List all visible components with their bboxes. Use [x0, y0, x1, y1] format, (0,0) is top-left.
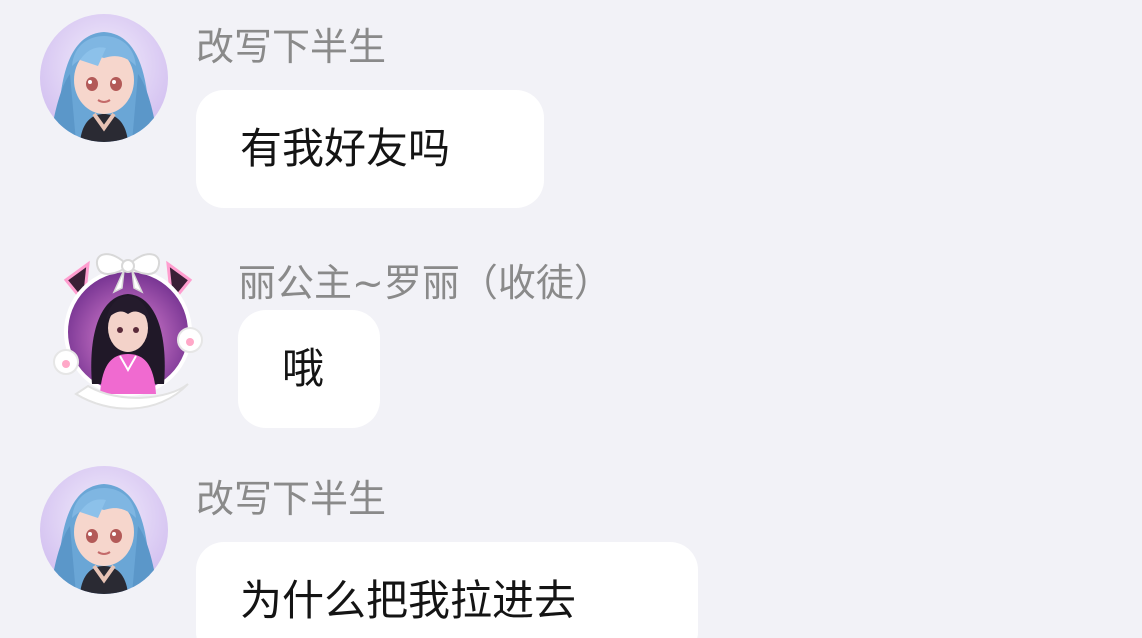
anime-girl-blue-hair-avatar-icon — [40, 466, 168, 594]
message-text: 有我好友吗 — [240, 124, 451, 173]
anime-girl-cat-ear-frame-avatar-icon — [53, 253, 203, 410]
chat-message: 改写下半生 有我好友吗 — [0, 0, 1142, 220]
anime-girl-blue-hair-avatar-icon — [40, 14, 168, 142]
user-avatar[interactable] — [40, 14, 168, 142]
sender-name: 改写下半生 — [196, 477, 387, 521]
sender-name: 丽公主~罗丽（收徒） — [238, 261, 612, 305]
sender-name: 改写下半生 — [196, 25, 387, 69]
message-bubble[interactable]: 哦 — [238, 310, 380, 428]
user-avatar[interactable] — [48, 244, 208, 414]
chat-message: 改写下半生 为什么把我拉进去 — [0, 452, 1142, 638]
message-bubble[interactable]: 有我好友吗 — [196, 90, 544, 208]
message-text: 为什么把我拉进去 — [240, 576, 577, 625]
chat-message: 丽公主~罗丽（收徒） 哦 — [0, 220, 1142, 440]
message-text: 哦 — [282, 344, 325, 393]
user-avatar[interactable] — [40, 466, 168, 594]
chat-message-list: 改写下半生 有我好友吗 丽公主~罗丽（收徒） 哦 改写下半生 为什么把我拉进去 — [0, 0, 1142, 638]
message-bubble[interactable]: 为什么把我拉进去 — [196, 542, 698, 638]
